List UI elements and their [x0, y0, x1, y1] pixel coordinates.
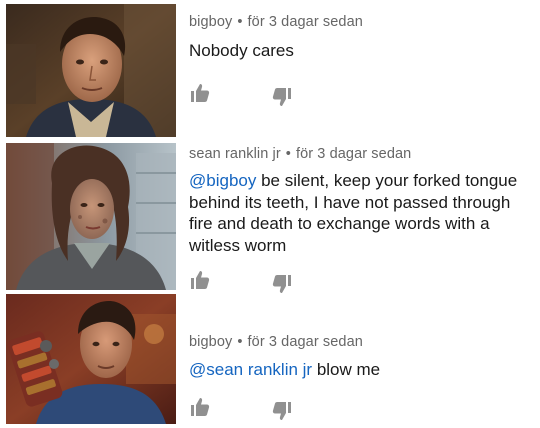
- mention-link[interactable]: @sean ranklin jr: [189, 360, 312, 379]
- author-name[interactable]: bigboy: [189, 334, 232, 350]
- comment-panel-3: bigboy • för 3 dagar sedan @sean ranklin j…: [0, 290, 540, 428]
- comment-body-3: bigboy • för 3 dagar sedan @sean ranklin j…: [189, 334, 532, 381]
- comment-timestamp[interactable]: för 3 dagar sedan: [248, 334, 363, 350]
- comment-message: Nobody cares: [189, 41, 294, 60]
- comment-meta: bigboy • för 3 dagar sedan: [189, 334, 532, 350]
- comment-photo-2: [6, 143, 176, 290]
- meta-separator: •: [285, 146, 291, 162]
- thumbs-up-icon[interactable]: [189, 82, 211, 104]
- comment-panel-2: sean ranklin jr • för 3 dagar sedan @bigbo…: [0, 140, 540, 293]
- meta-separator: •: [237, 334, 243, 350]
- woman-portrait: [6, 143, 176, 290]
- comment-body-2: sean ranklin jr • för 3 dagar sedan @bigbo…: [189, 146, 532, 256]
- comment-text: Nobody cares: [189, 40, 532, 62]
- thumbs-up-icon[interactable]: [189, 269, 211, 291]
- comment-meta: bigboy • för 3 dagar sedan: [189, 14, 532, 30]
- comment-text: @bigboy be silent, keep your forked tong…: [189, 170, 532, 256]
- comment-actions-1: [189, 82, 309, 106]
- comment-message: blow me: [312, 360, 381, 379]
- comment-photo-3: [6, 294, 176, 424]
- comment-body-1: bigboy • för 3 dagar sedan Nobody cares: [189, 14, 532, 62]
- comment-text: @sean ranklin jr blow me: [189, 359, 532, 381]
- thumbs-down-icon[interactable]: [271, 86, 293, 108]
- mention-link[interactable]: @bigboy: [189, 171, 256, 190]
- comment-actions-2: [189, 269, 309, 293]
- thumbs-down-icon[interactable]: [271, 400, 293, 422]
- comment-photo-1: [6, 4, 176, 137]
- comment-timestamp[interactable]: för 3 dagar sedan: [248, 14, 363, 30]
- comment-timestamp[interactable]: för 3 dagar sedan: [296, 146, 411, 162]
- author-name[interactable]: bigboy: [189, 14, 232, 30]
- man-portrait: [6, 4, 176, 137]
- man-with-gauntlet-portrait: [6, 294, 176, 424]
- author-name[interactable]: sean ranklin jr: [189, 146, 281, 162]
- meta-separator: •: [237, 14, 243, 30]
- thumbs-up-icon[interactable]: [189, 396, 211, 418]
- comment-meta: sean ranklin jr • för 3 dagar sedan: [189, 146, 532, 162]
- comment-panel-1: bigboy • för 3 dagar sedan Nobody cares: [0, 0, 540, 140]
- comment-actions-3: [189, 396, 309, 420]
